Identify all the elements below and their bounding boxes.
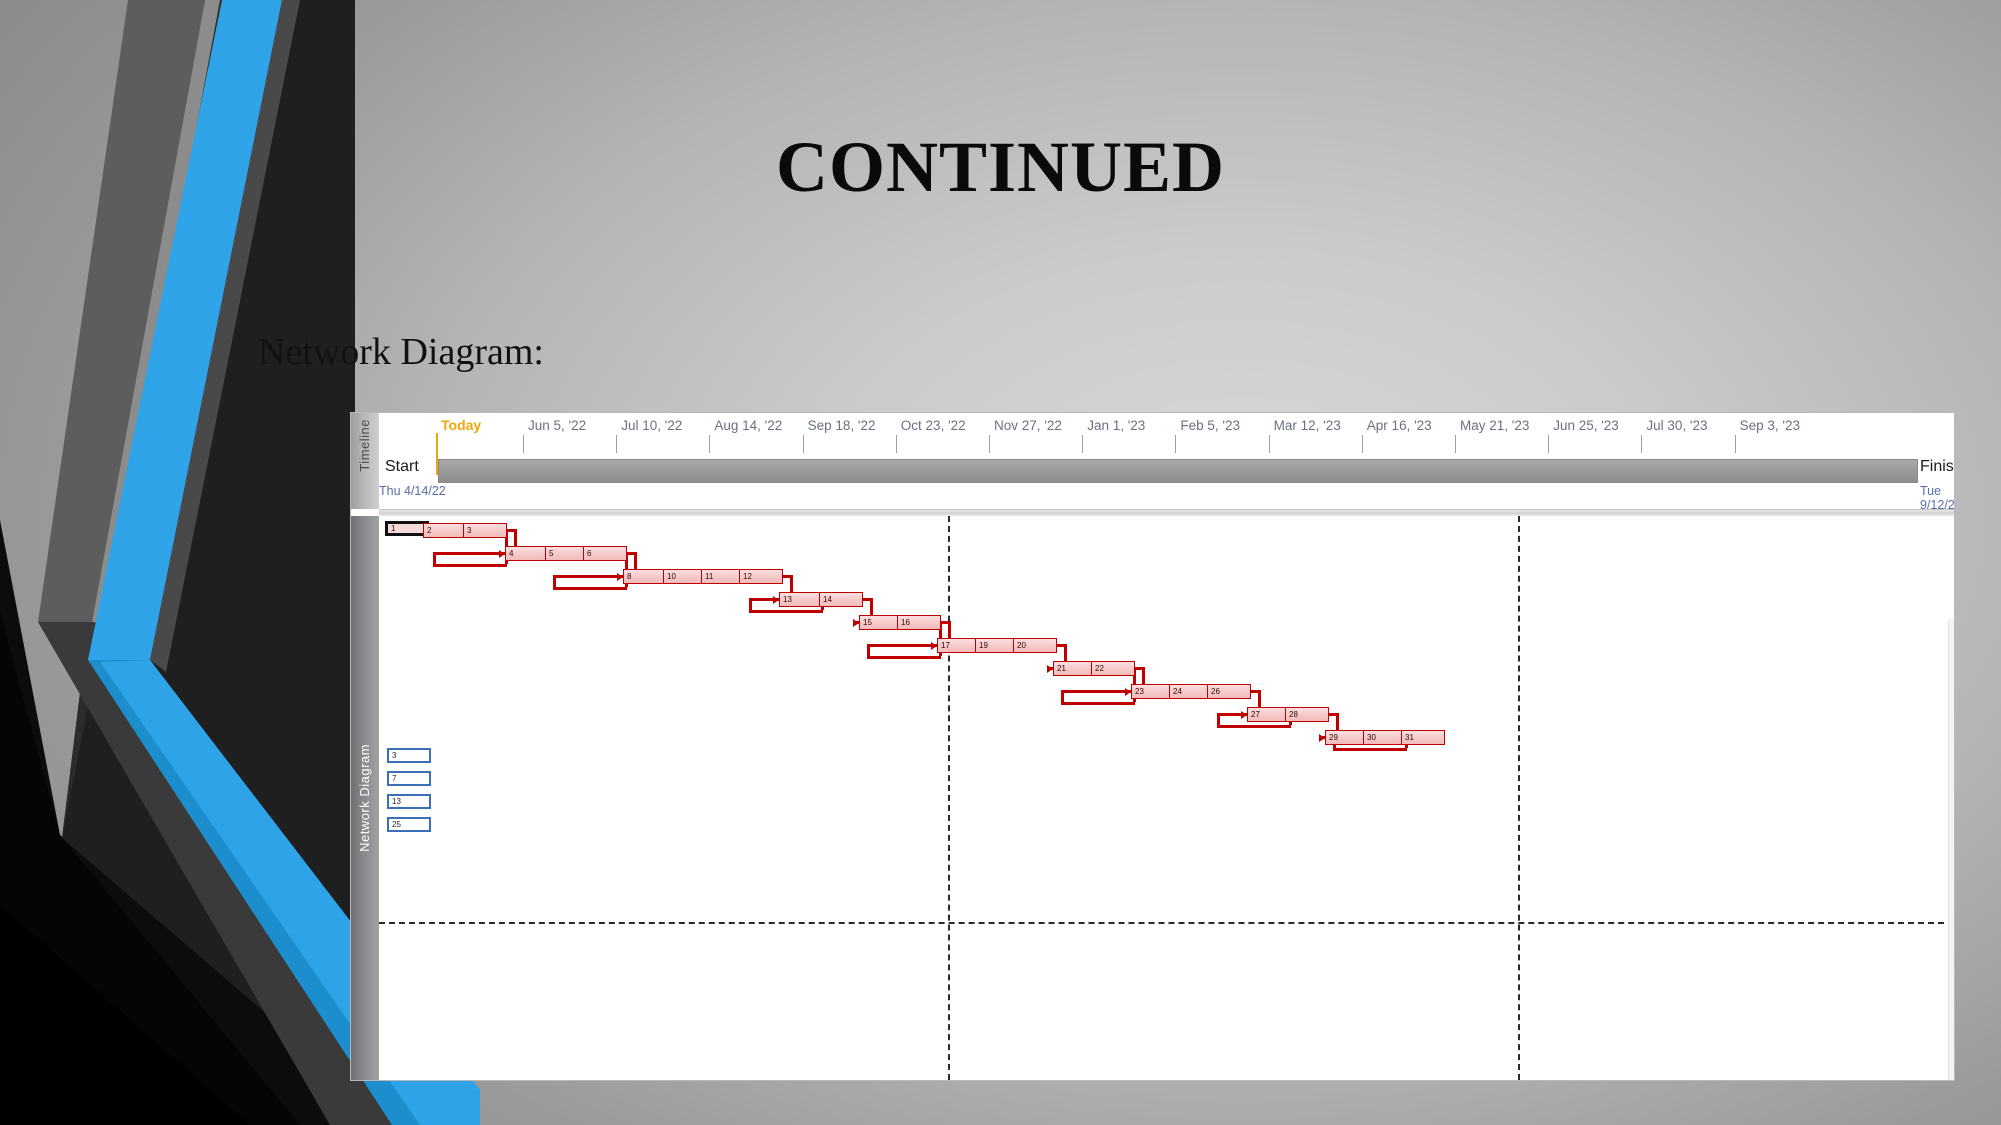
section-subtitle: Network Diagram: xyxy=(258,331,544,373)
timeline-tick xyxy=(1082,435,1084,453)
timeline-tick-label: Jan 1, '23 xyxy=(1087,418,1146,433)
network-node-12[interactable]: 12 xyxy=(739,569,783,584)
page-break-horizontal xyxy=(379,922,1954,924)
timeline-tick-label: Aug 14, '22 xyxy=(714,418,783,433)
network-node-31[interactable]: 31 xyxy=(1401,730,1445,745)
network-node-13[interactable]: 13 xyxy=(779,592,823,607)
timeline-tick-label: Jul 10, '22 xyxy=(621,418,683,433)
timeline-tick xyxy=(1361,435,1363,453)
timeline-tick-label: Jun 25, '23 xyxy=(1553,418,1619,433)
ms-project-screenshot: Timeline Today Start Thu 4/14/22 Finish … xyxy=(351,413,1954,1080)
start-label: Start xyxy=(385,458,419,475)
timeline-tick xyxy=(802,435,804,453)
network-link xyxy=(553,586,627,590)
network-link xyxy=(1061,701,1135,705)
network-link xyxy=(553,575,617,578)
timeline-tick-label: Apr 16, '23 xyxy=(1366,418,1432,433)
page-break-vertical-2 xyxy=(1518,516,1520,1080)
network-node-4[interactable]: 4 xyxy=(505,546,549,561)
network-link xyxy=(433,563,507,567)
timeline-tick xyxy=(709,435,711,453)
timeline-tick xyxy=(1548,435,1550,453)
today-label: Today xyxy=(441,417,482,433)
finish-label: Finish xyxy=(1920,458,1954,475)
page-break-vertical-1 xyxy=(948,516,950,1080)
timeline-pane-rail[interactable]: Timeline xyxy=(351,413,379,509)
network-node-detached-3[interactable]: 3 xyxy=(387,748,431,763)
timeline-tick xyxy=(1175,435,1177,453)
network-pane-label: Network Diagram xyxy=(357,744,372,852)
timeline-tick-label: Sep 18, '22 xyxy=(807,418,876,433)
network-node-26[interactable]: 26 xyxy=(1207,684,1251,699)
network-node-22[interactable]: 22 xyxy=(1091,661,1135,676)
network-node-detached-25[interactable]: 25 xyxy=(387,817,431,832)
network-node-28[interactable]: 28 xyxy=(1285,707,1329,722)
timeline-tick-label: Nov 27, '22 xyxy=(994,418,1062,433)
timeline-tick-label: May 21, '23 xyxy=(1460,418,1530,433)
network-node-detached-13[interactable]: 13 xyxy=(387,794,431,809)
timeline-tick xyxy=(1455,435,1456,453)
start-date: Thu 4/14/22 xyxy=(379,484,446,498)
timeline-tick xyxy=(1268,435,1270,453)
slide-canvas: CONTINUED Network Diagram: Timeline Toda… xyxy=(0,0,2001,1125)
timeline-tick-label: Jun 5, '22 xyxy=(528,418,587,433)
network-node-8[interactable]: 8 xyxy=(623,569,667,584)
network-node-14[interactable]: 14 xyxy=(819,592,863,607)
network-node-16[interactable]: 16 xyxy=(897,615,941,630)
timeline-tick-label: Feb 5, '23 xyxy=(1180,418,1241,433)
timeline-pane: Today Start Thu 4/14/22 Finish Tue 9/12/… xyxy=(379,413,1954,512)
timeline-tick xyxy=(895,435,897,453)
network-diagram-pane[interactable]: 1 2 3 4 5 6 8 10 11 12 13 14 15 16 17 19 20 21 22 23 24 26 27 2… xyxy=(379,516,1954,1080)
timeline-tick xyxy=(616,435,618,453)
network-link xyxy=(1061,690,1125,693)
page-title: CONTINUED xyxy=(775,127,1226,207)
timeline-tick xyxy=(1641,435,1643,453)
vertical-scroll-rail[interactable] xyxy=(1948,619,1954,1080)
network-node-6[interactable]: 6 xyxy=(583,546,627,561)
network-node-2[interactable]: 2 xyxy=(423,523,467,538)
network-node-detached-7[interactable]: 7 xyxy=(387,771,431,786)
network-node-3[interactable]: 3 xyxy=(463,523,507,538)
finish-date: Tue 9/12/23 xyxy=(1920,484,1954,512)
timeline-span-bar[interactable] xyxy=(438,459,1918,483)
network-link xyxy=(1333,747,1407,751)
timeline-pane-label: Timeline xyxy=(357,419,372,472)
network-link xyxy=(433,552,499,555)
network-node-20[interactable]: 20 xyxy=(1013,638,1057,653)
timeline-tick xyxy=(1734,435,1736,453)
network-link xyxy=(867,655,941,659)
timeline-tick xyxy=(989,435,990,453)
timeline-tick xyxy=(523,435,524,453)
network-pane-rail[interactable]: Network Diagram xyxy=(351,516,379,1080)
network-link xyxy=(1217,724,1291,728)
timeline-tick-label: Sep 3, '23 xyxy=(1739,418,1800,433)
timeline-tick-label: Mar 12, '23 xyxy=(1273,418,1341,433)
timeline-tick-label: Oct 23, '22 xyxy=(900,418,966,433)
network-link xyxy=(867,644,931,647)
network-link xyxy=(749,609,823,613)
timeline-tick-label: Jul 30, '23 xyxy=(1646,418,1708,433)
